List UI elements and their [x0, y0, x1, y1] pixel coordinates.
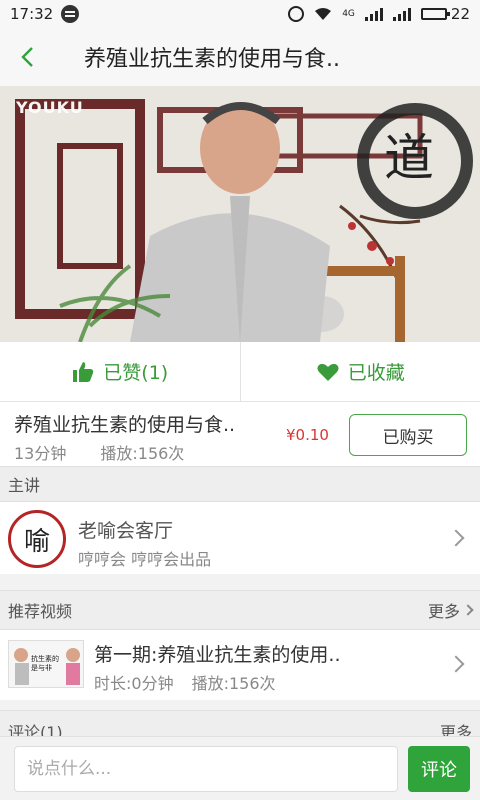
chevron-right-icon	[447, 529, 465, 547]
youku-watermark: YOUKU	[16, 98, 84, 117]
action-row: 已赞(1) 已收藏	[0, 342, 480, 402]
network-type-label: 4G	[342, 9, 355, 19]
course-price: ¥0.10	[286, 426, 329, 444]
title-bar: 养殖业抗生素的使用与食..	[0, 28, 480, 86]
comment-input[interactable]	[14, 746, 398, 792]
video-thumbnail: 抗生素的是与非	[8, 640, 84, 688]
course-meta: 13分钟 播放:156次	[14, 440, 184, 464]
lecturer-subtitle: 哼哼会 哼哼会出品	[78, 550, 212, 569]
video-player[interactable]: YOUKU 道	[0, 86, 480, 342]
chevron-left-icon	[21, 47, 33, 67]
alarm-icon	[288, 6, 305, 22]
collect-label: 已收藏	[347, 362, 405, 384]
recommended-plays: 播放:156次	[191, 674, 276, 693]
battery: 22	[420, 5, 470, 23]
wifi-icon	[314, 7, 332, 21]
back-button[interactable]	[0, 28, 56, 86]
battery-icon	[420, 8, 450, 20]
like-button[interactable]: 已赞(1)	[0, 342, 241, 401]
like-label: 已赞(1)	[103, 362, 169, 384]
lecturer-name: 老喻会客厅	[78, 520, 174, 542]
recommend-more-link[interactable]: 更多	[427, 598, 474, 622]
avatar-text: 喻	[23, 526, 50, 557]
purchased-button[interactable]: 已购买	[349, 414, 467, 456]
comment-submit-button[interactable]: 评论	[408, 746, 470, 792]
lecturer-section-header: 主讲	[0, 466, 480, 502]
course-info: 养殖业抗生素的使用与食.. 13分钟 播放:156次 ¥0.10 已购买	[0, 402, 480, 466]
message-icon	[61, 5, 80, 23]
comment-bar: 评论	[0, 736, 480, 800]
page-title: 养殖业抗生素的使用与食..	[84, 47, 340, 72]
recommend-more-label: 更多	[427, 602, 460, 621]
recommend-section-header: 推荐视频 更多	[0, 590, 480, 630]
chevron-right-icon	[447, 655, 465, 673]
collect-button[interactable]: 已收藏	[241, 342, 480, 401]
chevron-right-icon	[462, 604, 474, 616]
course-title: 养殖业抗生素的使用与食..	[14, 414, 236, 436]
signal-icon	[364, 7, 383, 21]
recommended-meta: 时长:0分钟 播放:156次	[94, 670, 276, 694]
recommended-title: 第一期:养殖业抗生素的使用..	[94, 644, 341, 666]
course-duration: 13分钟	[14, 444, 67, 463]
recommended-duration: 时长:0分钟	[94, 674, 174, 693]
status-time: 17:32	[10, 5, 54, 23]
status-bar: 17:32 4G 22	[0, 0, 480, 28]
recommend-header-label: 推荐视频	[8, 602, 73, 621]
heart-icon	[317, 363, 339, 381]
battery-level: 22	[450, 5, 470, 23]
signal-icon-2	[392, 7, 411, 21]
thumbnail-text: 抗生素的是与非	[31, 655, 59, 672]
lecturer-header-label: 主讲	[8, 476, 41, 495]
course-plays: 播放:156次	[100, 444, 185, 463]
list-item[interactable]: 抗生素的是与非 第一期:养殖业抗生素的使用.. 时长:0分钟 播放:156次	[0, 630, 480, 700]
calligraphy-character: 道	[384, 129, 434, 187]
avatar: 喻	[8, 510, 66, 568]
thumbs-up-icon	[73, 361, 94, 382]
lecturer-row[interactable]: 喻 老喻会客厅 哼哼会 哼哼会出品	[0, 502, 480, 574]
